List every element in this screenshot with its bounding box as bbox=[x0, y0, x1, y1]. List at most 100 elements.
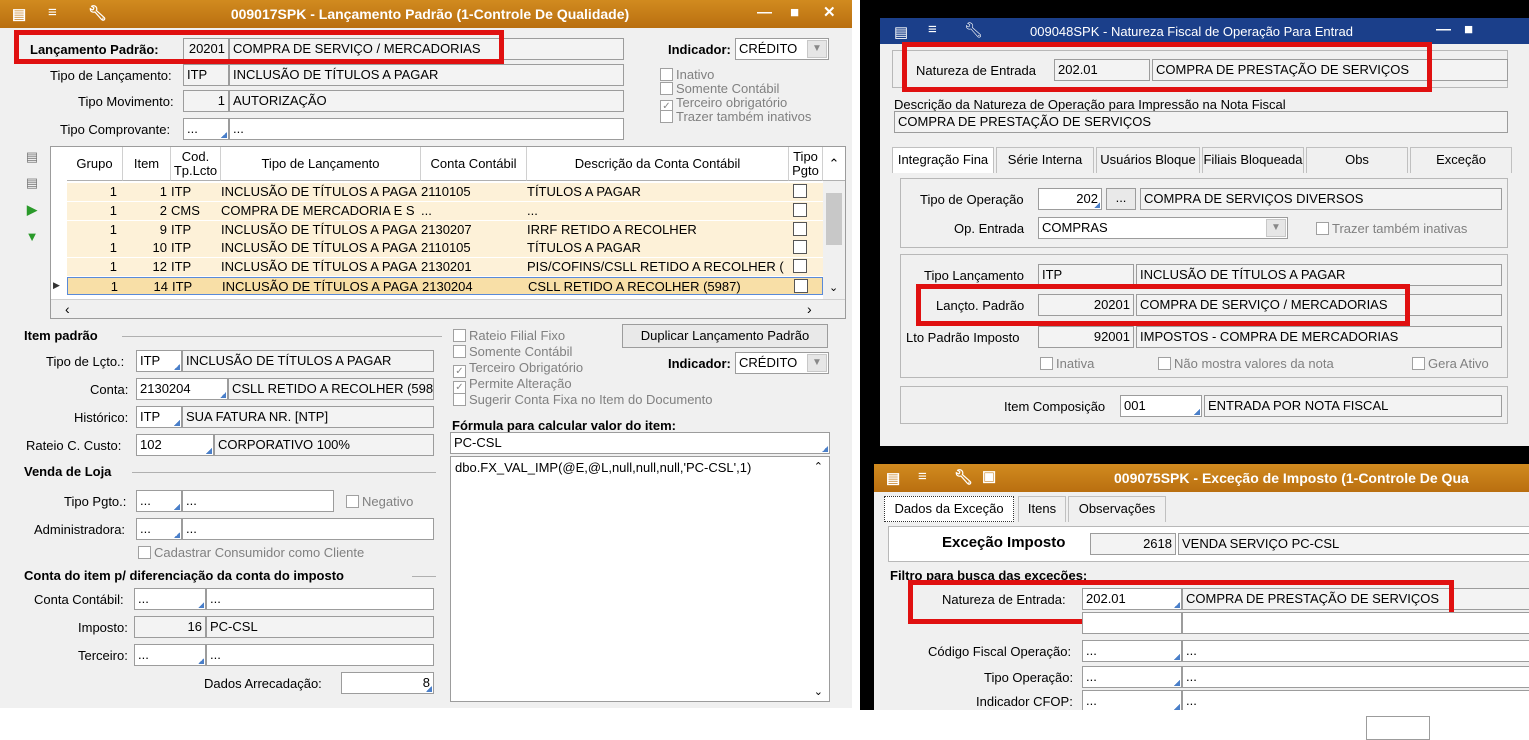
natureza-entrada-desc[interactable]: COMPRA DE PRESTAÇÃO DE SERVIÇOS bbox=[1182, 588, 1529, 610]
minimize-button[interactable]: — bbox=[757, 4, 772, 21]
col-header-grupo[interactable]: Grupo bbox=[67, 147, 123, 181]
cadastrar-consumidor-checkbox[interactable]: Cadastrar Consumidor como Cliente bbox=[138, 545, 364, 560]
tipo-comp-code[interactable]: ... bbox=[183, 118, 229, 140]
wrench-icon[interactable]: 🔧︎ bbox=[88, 4, 107, 22]
lancto-padrao-code[interactable]: 20201 bbox=[1038, 294, 1134, 316]
terceiro-desc[interactable]: ... bbox=[206, 644, 434, 666]
inativa-checkbox[interactable]: Inativa bbox=[1040, 356, 1094, 371]
col-header-tipo-lanc[interactable]: Tipo de Lançamento bbox=[221, 147, 421, 181]
somente-contabil2-checkbox[interactable]: Somente Contábil bbox=[453, 344, 572, 359]
tipo-lcto-code[interactable]: ITP bbox=[136, 350, 182, 372]
wrench-icon[interactable]: 🔧︎ bbox=[954, 468, 973, 486]
tab-filiais[interactable]: Filiais Bloqueada bbox=[1202, 147, 1304, 173]
export-icon[interactable]: ▶ bbox=[24, 203, 40, 217]
item-composicao-code[interactable]: 001 bbox=[1120, 395, 1202, 417]
lto-padrao-imposto-desc[interactable]: IMPOSTOS - COMPRA DE MERCADORIAS bbox=[1136, 326, 1502, 348]
wrench-icon[interactable]: 🔧︎ bbox=[964, 21, 983, 39]
rateio-code[interactable]: 102 bbox=[136, 434, 214, 456]
tipo-pgto-desc[interactable]: ... bbox=[182, 490, 334, 512]
scroll-right-icon[interactable]: › bbox=[807, 301, 812, 317]
remove-row-icon[interactable]: ▤ bbox=[24, 176, 40, 190]
negativo-checkbox[interactable]: Negativo bbox=[346, 494, 413, 509]
scroll-up-icon[interactable]: ⌃ bbox=[814, 460, 823, 473]
conta-desc[interactable]: CSLL RETIDO A RECOLHER (598 bbox=[228, 378, 434, 400]
move-down-icon[interactable]: ▼ bbox=[24, 230, 40, 244]
tipo-comp-desc[interactable]: ... bbox=[229, 118, 624, 140]
lanc-padrao-code[interactable]: 20201 bbox=[183, 38, 229, 60]
tipo-pgto-checkbox[interactable] bbox=[793, 259, 807, 274]
col-header-item[interactable]: Item bbox=[123, 147, 171, 181]
tipo-operacao-desc[interactable]: ... bbox=[1182, 666, 1529, 688]
duplicar-button[interactable]: Duplicar Lançamento Padrão bbox=[622, 324, 828, 348]
excecao-imposto-desc[interactable]: VENDA SERVIÇO PC-CSL bbox=[1178, 533, 1529, 555]
tipo-pgto-checkbox[interactable] bbox=[793, 202, 807, 217]
col-header-conta[interactable]: Conta Contábil bbox=[421, 147, 527, 181]
tipo-operacao-code[interactable]: 202 bbox=[1038, 188, 1102, 210]
scroll-down-icon[interactable]: ⌄ bbox=[829, 281, 838, 294]
tipo-pgto-checkbox[interactable] bbox=[794, 279, 808, 293]
imposto-desc[interactable]: PC-CSL bbox=[206, 616, 434, 638]
formula-name-input[interactable]: PC-CSL bbox=[450, 432, 830, 454]
col-header-cod-tp[interactable]: Cod. Tp.Lcto bbox=[171, 147, 221, 181]
menu-icon[interactable]: ▤ bbox=[894, 23, 908, 41]
maximize-button[interactable]: ■ bbox=[790, 4, 799, 21]
natureza-entrada-desc[interactable]: COMPRA DE PRESTAÇÃO DE SERVIÇOS bbox=[1152, 59, 1508, 81]
tipo-mov-code[interactable]: 1 bbox=[183, 90, 229, 112]
item-composicao-desc[interactable]: ENTRADA POR NOTA FISCAL bbox=[1204, 395, 1502, 417]
tab-observacoes[interactable]: Observações bbox=[1068, 496, 1166, 522]
tab-itens[interactable]: Itens bbox=[1018, 496, 1066, 522]
horizontal-scrollbar[interactable]: ‹ › bbox=[51, 299, 845, 318]
col-header-desc-conta[interactable]: Descrição da Conta Contábil bbox=[527, 147, 789, 181]
inativo-checkbox[interactable]: Inativo bbox=[660, 68, 714, 81]
dados-arrec-value[interactable]: 8 bbox=[341, 672, 434, 694]
imposto-code[interactable]: 16 bbox=[134, 616, 206, 638]
indicador-cfop-desc[interactable]: ... bbox=[1182, 690, 1529, 710]
nao-mostra-checkbox[interactable]: Não mostra valores da nota bbox=[1158, 356, 1334, 371]
tipo-lancamento-code[interactable]: ITP bbox=[1038, 264, 1134, 286]
tipo-lanc-code[interactable]: ITP bbox=[183, 64, 229, 86]
trazer-inativas-checkbox[interactable]: Trazer também inativas bbox=[1316, 221, 1467, 236]
trazer-inativos-checkbox[interactable]: Trazer também inativos bbox=[660, 110, 811, 123]
maximize-button[interactable]: ■ bbox=[1464, 21, 1473, 38]
scroll-thumb[interactable] bbox=[826, 193, 842, 245]
book-icon[interactable]: ▣ bbox=[982, 467, 996, 485]
codigo-fiscal-code[interactable]: ... bbox=[1082, 640, 1182, 662]
conta-contabil-desc[interactable]: ... bbox=[206, 588, 434, 610]
tab-usuarios[interactable]: Usuários Bloque bbox=[1096, 147, 1200, 173]
close-button[interactable]: ✕ bbox=[823, 3, 836, 21]
tab-excecao[interactable]: Exceção bbox=[1410, 147, 1512, 173]
lancto-padrao-desc[interactable]: COMPRA DE SERVIÇO / MERCADORIAS bbox=[1136, 294, 1502, 316]
table-row[interactable]: 1 9 ITP INCLUSÃO DE TÍTULOS A PAGA 2130207 IR… bbox=[67, 220, 823, 239]
indicador-select[interactable]: CRÉDITO ▼ bbox=[735, 38, 829, 60]
codigo-fiscal-desc[interactable]: ... bbox=[1182, 640, 1529, 662]
administradora-code[interactable]: ... bbox=[136, 518, 182, 540]
tab-integracao[interactable]: Integração Fina bbox=[892, 147, 994, 173]
op-entrada-select[interactable]: COMPRAS ▼ bbox=[1038, 217, 1288, 239]
tree-icon[interactable]: ≡ bbox=[918, 468, 927, 485]
tipo-lcto-desc[interactable]: INCLUSÃO DE TÍTULOS A PAGAR bbox=[182, 350, 434, 372]
vertical-scrollbar[interactable]: ⌄ bbox=[823, 181, 845, 299]
tree-icon[interactable]: ≡ bbox=[48, 4, 57, 21]
historico-code[interactable]: ITP bbox=[136, 406, 182, 428]
table-row[interactable]: 1 12 ITP INCLUSÃO DE TÍTULOS A PAGA 2130201 P… bbox=[67, 258, 823, 277]
menu-icon[interactable]: ▤ bbox=[12, 5, 26, 23]
administradora-desc[interactable]: ... bbox=[182, 518, 434, 540]
partial-button[interactable] bbox=[1366, 716, 1430, 740]
scroll-up-icon[interactable]: ⌃ bbox=[823, 147, 845, 181]
tipo-lanc-desc[interactable]: INCLUSÃO DE TÍTULOS A PAGAR bbox=[229, 64, 624, 86]
tipo-pgto-checkbox[interactable] bbox=[793, 240, 807, 255]
conta-code[interactable]: 2130204 bbox=[136, 378, 228, 400]
tipo-operacao-desc[interactable]: COMPRA DE SERVIÇOS DIVERSOS bbox=[1140, 188, 1502, 210]
tipo-operacao-code[interactable]: ... bbox=[1082, 666, 1182, 688]
tree-icon[interactable]: ≡ bbox=[928, 21, 937, 38]
natureza-entrada-code[interactable]: 202.01 bbox=[1054, 59, 1150, 81]
tab-obs[interactable]: Obs bbox=[1306, 147, 1408, 173]
indicador2-select[interactable]: CRÉDITO ▼ bbox=[735, 352, 829, 374]
natureza-entrada-code[interactable]: 202.01 bbox=[1082, 588, 1182, 610]
menu-icon[interactable]: ▤ bbox=[886, 469, 900, 487]
tab-serie-interna[interactable]: Série Interna bbox=[996, 147, 1094, 173]
historico-desc[interactable]: SUA FATURA NR. [NTP] bbox=[182, 406, 434, 428]
table-row[interactable]: 1 14 ITP INCLUSÃO DE TÍTULOS A PAGA 2130204 C… bbox=[67, 277, 823, 295]
lto-padrao-imposto-code[interactable]: 92001 bbox=[1038, 326, 1134, 348]
natureza-saida-code[interactable] bbox=[1082, 612, 1182, 634]
